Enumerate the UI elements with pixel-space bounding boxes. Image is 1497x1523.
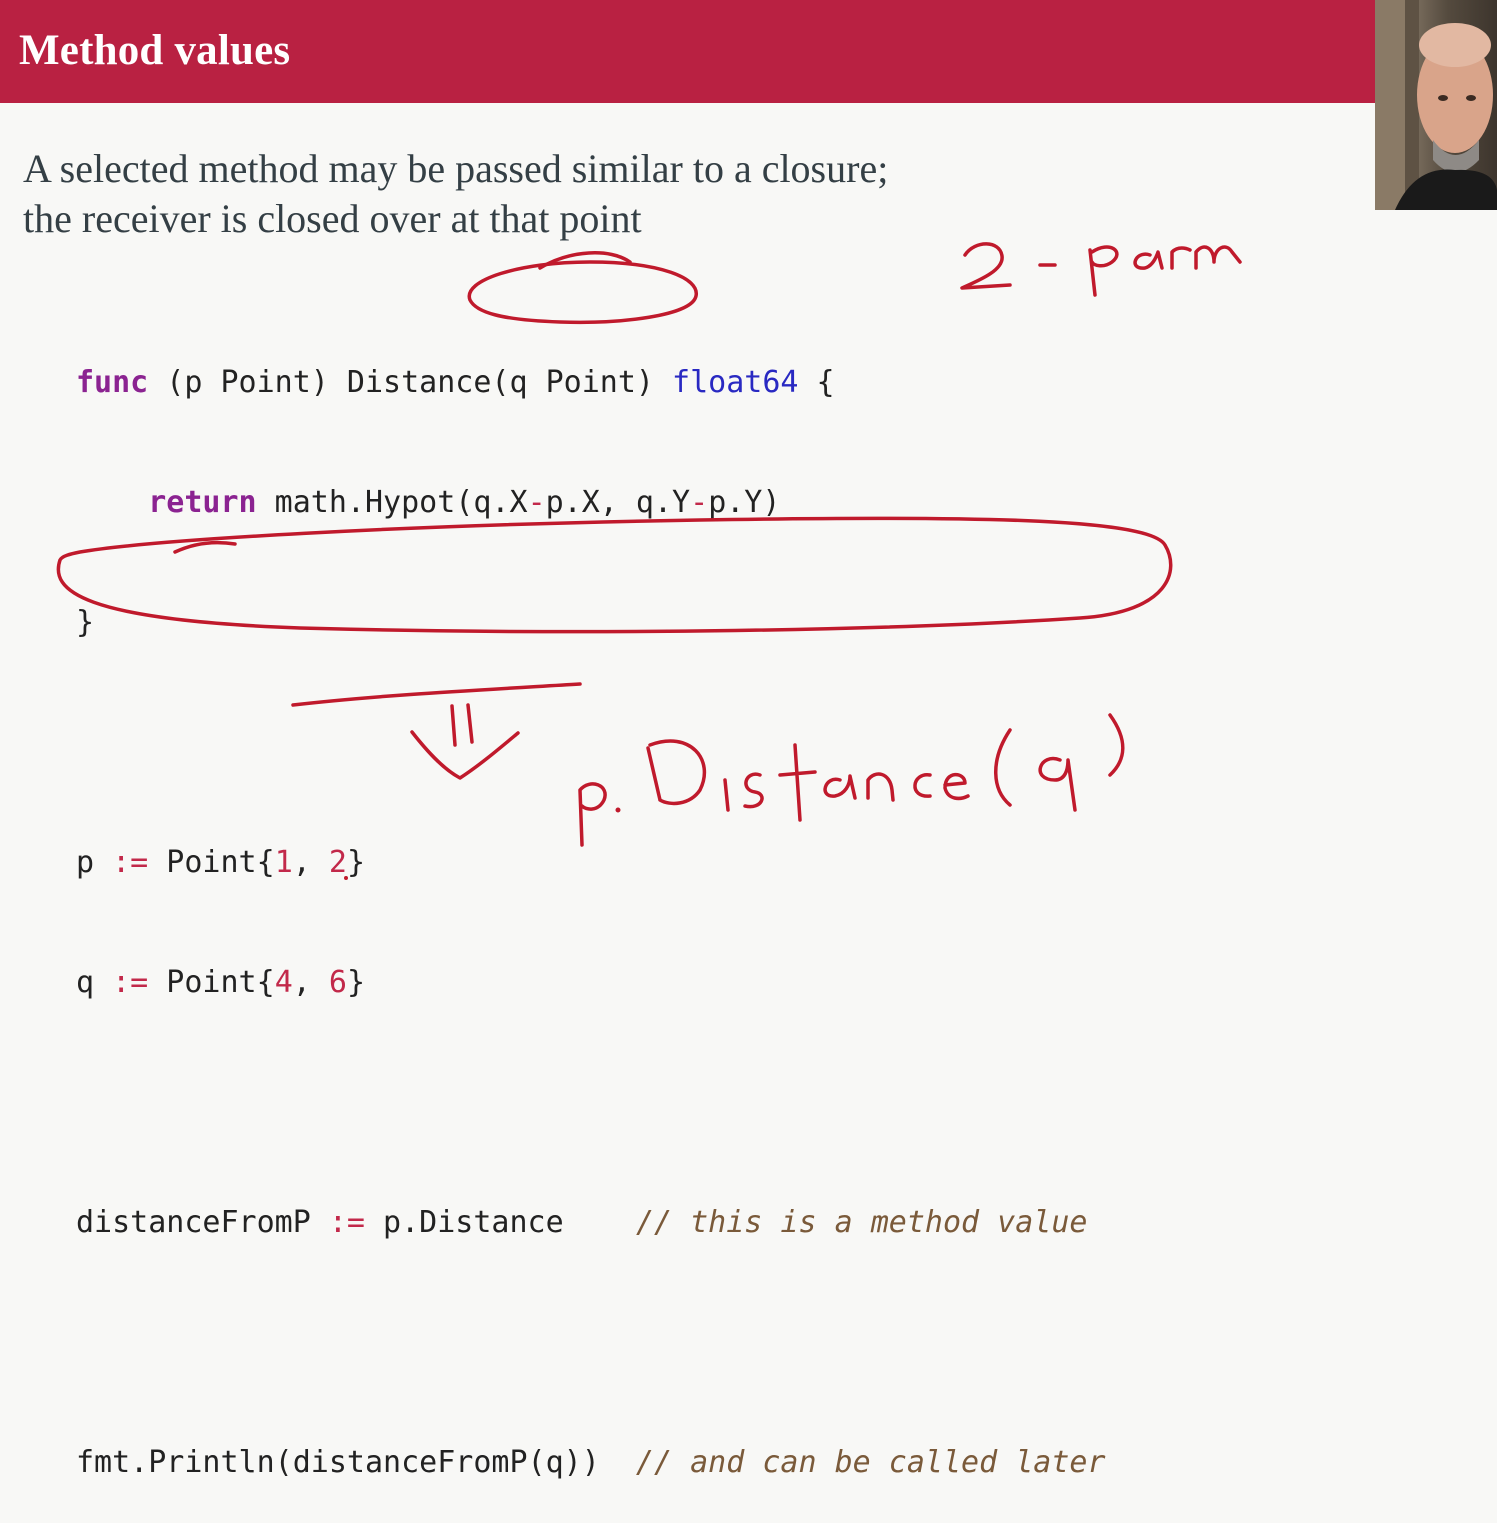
- code-comment: // and can be called later: [635, 1445, 1106, 1480]
- code-line-close: }: [76, 605, 95, 640]
- code-line-p: p := Point{1, 2}: [76, 843, 1106, 883]
- ink-text-paren-close: [1108, 713, 1125, 777]
- ink-text-m: [1194, 245, 1242, 270]
- return-expr-c: p.Y): [708, 485, 781, 520]
- code-line-func: func (p Point) Distance(q Point) float64…: [76, 363, 1106, 403]
- ink-stroke: [538, 251, 632, 270]
- separator: ,: [292, 965, 329, 1000]
- minus-op-2: -: [690, 485, 709, 520]
- assign-op: :=: [328, 1205, 365, 1240]
- ctor: Point{: [148, 845, 275, 880]
- var-q: q: [76, 965, 113, 1000]
- ink-text-a: [1133, 250, 1164, 270]
- number: 2: [328, 845, 347, 880]
- return-expr-b: p.X, q.Y: [545, 485, 691, 520]
- keyword-return: return: [148, 485, 257, 520]
- presenter-video-icon: [1375, 0, 1497, 210]
- close-brace: }: [346, 845, 365, 880]
- code-line-call: fmt.Println(distanceFromP(q)) // and can…: [76, 1443, 1106, 1483]
- var-distanceFromP: distanceFromP: [76, 1205, 329, 1240]
- number: 1: [274, 845, 293, 880]
- assign-op: :=: [112, 965, 149, 1000]
- assign-op: :=: [112, 845, 149, 880]
- ctor: Point{: [148, 965, 275, 1000]
- description-line-2: the receiver is closed over at that poin…: [23, 196, 642, 241]
- var-p: p: [76, 845, 113, 880]
- call-expr: fmt.Println(distanceFromP(q)): [76, 1445, 636, 1480]
- func-signature: (p Point) Distance(q Point): [148, 365, 673, 400]
- code-comment: // this is a method value: [635, 1205, 1088, 1240]
- ink-text-r: [1170, 246, 1192, 270]
- slide-title-bar: Method values: [0, 0, 1375, 103]
- ink-text-2: [960, 242, 1012, 290]
- return-expr-a: math.Hypot(q.X: [256, 485, 528, 520]
- code-line-return: return math.Hypot(q.X-p.X, q.Y-p.Y): [76, 483, 1106, 523]
- keyword-func: func: [76, 365, 149, 400]
- slide-description: A selected method may be passed similar …: [23, 144, 1223, 244]
- number: 4: [274, 965, 293, 1000]
- code-line-method-value: distanceFromP := p.Distance // this is a…: [76, 1203, 1106, 1243]
- open-brace: {: [798, 365, 835, 400]
- number: 6: [328, 965, 347, 1000]
- return-type: float64: [672, 365, 799, 400]
- presenter-webcam: [1375, 0, 1497, 210]
- code-block: func (p Point) Distance(q Point) float64…: [76, 283, 1106, 1523]
- minus-op-1: -: [527, 485, 546, 520]
- slide-title: Method values: [19, 27, 291, 74]
- separator: ,: [292, 845, 329, 880]
- close-brace: }: [346, 965, 365, 1000]
- description-line-1: A selected method may be passed similar …: [23, 146, 889, 191]
- method-value-expr: p.Distance: [365, 1205, 636, 1240]
- code-line-q: q := Point{4, 6}: [76, 963, 1106, 1003]
